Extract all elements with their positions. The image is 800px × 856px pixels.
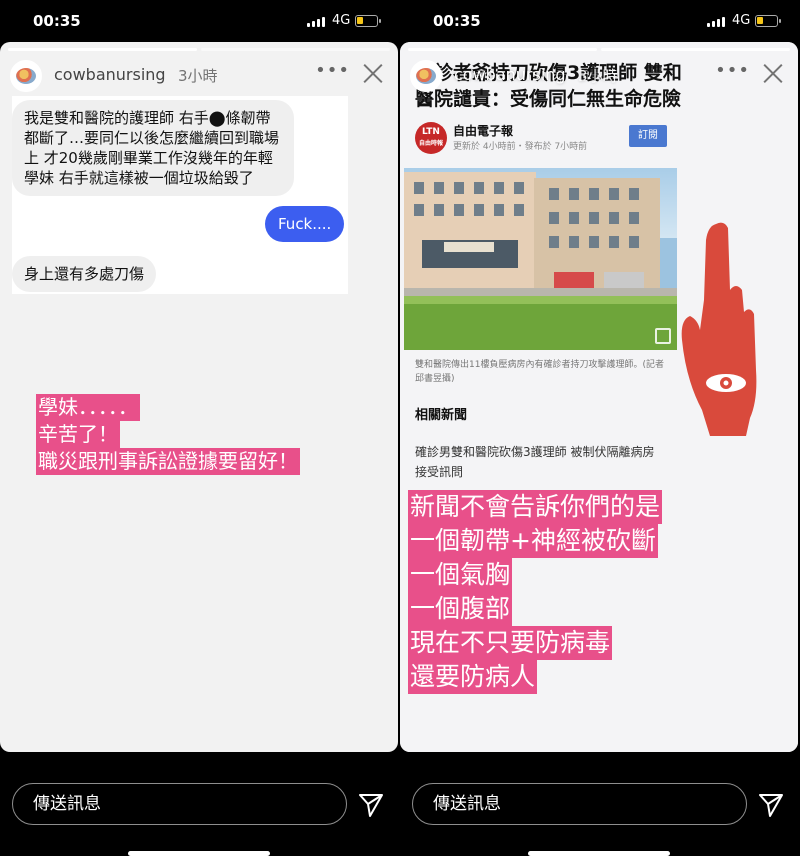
caption-line: 還要防病人 (408, 660, 538, 694)
hospital-photo (404, 168, 677, 350)
story-caption: 學妹．．．．． 辛苦了！ 職災跟刑事訴訟證據要留好！ (36, 394, 300, 475)
stories-screenshot: 00:35 4G cowbanursing 3小時 ••• 我是雙和醫院的護理師… (0, 0, 800, 856)
photo-caption: 雙和醫院傳出11樓負壓病房內有確診者持刀攻擊護理師。(記者邱書昱攝) (415, 360, 664, 384)
signal-icon (307, 16, 325, 27)
source-name: 自由電子報 (453, 124, 514, 138)
avatar[interactable] (410, 60, 442, 92)
related-news-item: 確診男雙和醫院砍傷3護理師 被制伏隔離病房接受訊問 (415, 445, 655, 479)
caption-line: 辛苦了！ (36, 421, 120, 448)
avatar[interactable] (10, 60, 42, 92)
story-panel-left: 00:35 4G cowbanursing 3小時 ••• 我是雙和醫院的護理師… (0, 0, 398, 856)
close-icon[interactable] (362, 62, 384, 84)
chat-bubble-incoming: 身上還有多處刀傷 (12, 256, 157, 292)
message-input[interactable]: 傳送訊息 (412, 783, 747, 825)
send-icon[interactable] (757, 791, 785, 819)
more-options-icon[interactable]: ••• (715, 60, 750, 81)
username[interactable]: cowbanursing (54, 65, 166, 84)
source-logo: LTN 自由時報 (415, 122, 447, 154)
chat-bubble-incoming: 我是雙和醫院的護理師 右手⬤條韌帶都斷了…要同仁以後怎麼繼續回到職場上 才20幾… (12, 100, 294, 196)
source-meta: 更新於 4小時前・發布於 7小時前 (453, 142, 588, 152)
caption-line: 一個韌帶+神經被砍斷 (408, 524, 658, 558)
status-time: 00:35 (433, 12, 481, 30)
status-bar: 00:35 4G (400, 0, 798, 42)
related-news-heading: 相關新聞 (415, 408, 468, 423)
caption-line: 一個腹部 (408, 592, 513, 626)
home-indicator (128, 851, 270, 856)
username[interactable]: cowbanursing (454, 65, 566, 84)
caption-line: 新聞不會告訴你們的是 (408, 490, 663, 524)
caption-line: 職災跟刑事訴訟證據要留好！ (36, 448, 300, 475)
story-card[interactable]: cowbanursing 3小時 ••• 我是雙和醫院的護理師 右手⬤條韌帶都斷… (0, 42, 398, 752)
caption-line: 學妹．．．．． (36, 394, 140, 421)
network-label: 4G (332, 13, 351, 28)
caption-line: 現在不只要防病毒 (408, 626, 613, 660)
expand-icon (655, 328, 671, 344)
more-options-icon[interactable]: ••• (315, 60, 350, 81)
network-label: 4G (732, 13, 751, 28)
time-ago: 3小時 (578, 67, 618, 85)
story-panel-right: 00:35 4G 確診者爺持刀砍傷3護理師 雙和醫院譴責：受傷同仁無生命危險 L… (400, 0, 798, 856)
message-input[interactable]: 傳送訊息 (12, 783, 347, 825)
close-icon[interactable] (762, 62, 784, 84)
chat-bubble-outgoing: Fuck.... (265, 206, 345, 242)
home-indicator (528, 851, 670, 856)
story-header: cowbanursing 3小時 ••• (408, 56, 790, 92)
story-progress (408, 48, 790, 51)
middle-finger-hand-sticker (681, 222, 757, 436)
story-header: cowbanursing 3小時 ••• (8, 56, 390, 92)
battery-icon (755, 15, 781, 27)
signal-icon (707, 16, 725, 27)
status-time: 00:35 (33, 12, 81, 30)
caption-line: 一個氣胸 (408, 558, 513, 592)
battery-icon (355, 15, 381, 27)
story-card[interactable]: 確診者爺持刀砍傷3護理師 雙和醫院譴責：受傷同仁無生命危險 LTN 自由時報 自由… (400, 42, 798, 752)
status-bar: 00:35 4G (0, 0, 398, 42)
story-progress (8, 48, 390, 51)
send-icon[interactable] (357, 791, 385, 819)
time-ago: 3小時 (178, 67, 218, 85)
dm-screenshot: 我是雙和醫院的護理師 右手⬤條韌帶都斷了…要同仁以後怎麼繼續回到職場上 才20幾… (12, 96, 348, 294)
story-caption: 新聞不會告訴你們的是 一個韌帶+神經被砍斷 一個氣胸 一個腹部 現在不只要防病毒… (408, 490, 663, 694)
follow-button: 訂閱 (629, 125, 667, 147)
